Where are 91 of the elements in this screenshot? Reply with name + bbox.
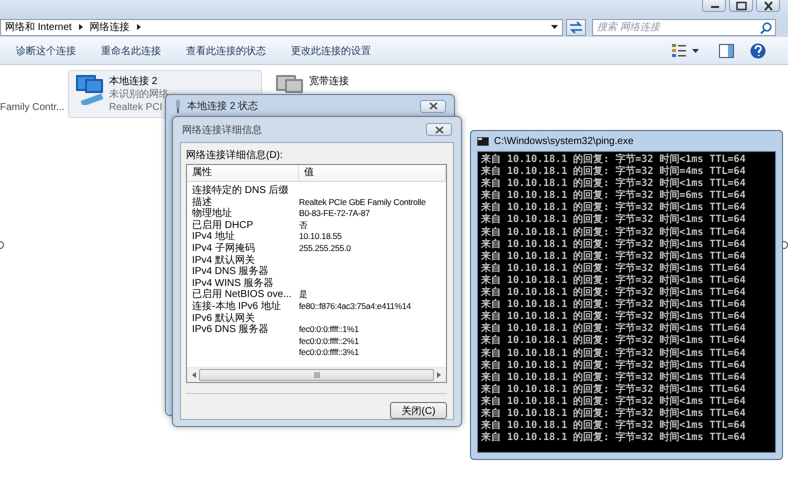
property-name: IPv6 DNS 服务器 xyxy=(191,324,270,336)
property-name: IPv4 子网掩码 xyxy=(191,242,256,254)
console-line: 来自 10.10.18.1 的回复: 字节=32 时间<1ms TTL=64 xyxy=(481,226,747,238)
address-bar[interactable]: 网络和 Internet 网络连接 xyxy=(0,18,563,36)
close-icon xyxy=(428,102,438,110)
console-line: 来自 10.10.18.1 的回复: 字节=32 时间<1ms TTL=64 xyxy=(481,274,747,286)
console-line: 来自 10.10.18.1 的回复: 字节=32 时间<1ms TTL=64 xyxy=(481,372,747,383)
console-line: 来自 10.10.18.1 的回复: 字节=32 时间=6ms TTL=64 xyxy=(481,190,747,202)
dialog-title: 网络连接详细信息 xyxy=(182,124,263,136)
help-icon[interactable] xyxy=(750,42,766,58)
property-name: 描述 xyxy=(191,196,212,208)
scroll-left-icon xyxy=(192,372,196,378)
property-name: IPv4 默认网关 xyxy=(191,254,256,266)
console-icon xyxy=(477,136,489,146)
preview-pane-icon[interactable] xyxy=(719,44,734,58)
scroll-right-icon xyxy=(437,372,441,378)
refresh-button[interactable] xyxy=(566,18,586,36)
search-icon xyxy=(760,22,772,34)
property-value: fec0:0:0:ffff::2%1 xyxy=(299,336,360,348)
search-field[interactable]: 搜索 网络连接 xyxy=(592,18,776,36)
horizontal-scrollbar[interactable] xyxy=(187,367,446,382)
console-line: 来自 10.10.18.1 的回复: 字节=32 时间<1ms TTL=64 xyxy=(481,202,747,214)
console-line: 来自 10.10.18.1 的回复: 字节=32 时间<1ms TTL=64 xyxy=(481,238,747,250)
property-name: IPv4 DNS 服务器 xyxy=(191,266,270,278)
close-button[interactable] xyxy=(420,100,446,112)
console-line: 来自 10.10.18.1 的回复: 字节=32 时间<1ms TTL=64 xyxy=(481,348,747,359)
console-line: 来自 10.10.18.1 的回复: 字节=32 时间<1ms TTL=64 xyxy=(481,384,747,395)
column-header[interactable]: 值 xyxy=(299,165,446,181)
adapter-description: Family Contr... xyxy=(0,101,62,113)
dropdown-icon[interactable] xyxy=(551,25,558,29)
view-options-icon[interactable] xyxy=(672,43,686,58)
breadcrumb-item[interactable]: 网络连接 xyxy=(90,20,130,34)
connection-name: 本地连接 2 xyxy=(109,75,158,88)
property-value: 否 xyxy=(299,220,309,232)
console-line: 来自 10.10.18.1 的回复: 字节=32 时间<1ms TTL=64 xyxy=(481,214,747,226)
property-name: IPv4 地址 xyxy=(191,231,236,243)
refresh-icon xyxy=(568,20,584,34)
maximize-button[interactable] xyxy=(729,0,753,12)
property-value: 255.255.255.0 xyxy=(299,242,352,255)
dialog-title: 本地连接 2 状态 xyxy=(187,100,260,113)
property-value: fec0:0:0:ffff::3%1 xyxy=(299,347,360,359)
toolbar-command[interactable]: 更改此连接的设置 xyxy=(283,40,379,60)
toolbar-command[interactable]: 查看此连接的状态 xyxy=(178,40,274,60)
console-line: 来自 10.10.18.1 的回复: 字节=32 时间<1ms TTL=64 xyxy=(481,287,747,298)
console-line: 来自 10.10.18.1 的回复: 字节=32 时间<1ms TTL=64 xyxy=(481,323,747,334)
property-name: 连接特定的 DNS 后缀 xyxy=(191,185,290,196)
breadcrumb-item[interactable]: 网络和 Internet xyxy=(5,20,72,34)
minimize-button[interactable] xyxy=(702,0,726,12)
dropdown-icon[interactable] xyxy=(692,48,699,52)
console-line: 来自 10.10.18.1 的回复: 字节=32 时间<1ms TTL=64 xyxy=(481,335,747,347)
console-line: 来自 10.10.18.1 的回复: 字节=32 时间<1ms TTL=64 xyxy=(481,420,747,432)
window-title: C:\Windows\system32\ping.exe xyxy=(494,136,634,146)
list-label: 网络连接详细信息(D): xyxy=(186,149,284,162)
details-list[interactable] xyxy=(186,164,447,383)
connection-name: 宽带连接 xyxy=(309,75,349,88)
console-line: 来自 10.10.18.1 的回复: 字节=32 时间<1ms TTL=64 xyxy=(481,262,747,274)
console-line: 来自 10.10.18.1 的回复: 字节=32 时间<1ms TTL=64 xyxy=(481,250,747,262)
console-line: 来自 10.10.18.1 的回复: 字节=32 时间<1ms TTL=64 xyxy=(481,299,747,310)
close-icon xyxy=(434,126,444,134)
close-button[interactable] xyxy=(426,123,452,136)
property-value: 是 xyxy=(299,289,309,301)
column-header[interactable]: 属性 xyxy=(187,165,299,181)
console-line: 来自 10.10.18.1 的回复: 字节=32 时间<1ms TTL=64 xyxy=(481,154,747,165)
console-line: 来自 10.10.18.1 的回复: 字节=32 时间<1ms TTL=64 xyxy=(481,178,747,190)
property-value: B0-83-FE-72-7A-87 xyxy=(299,208,371,220)
property-name: 物理地址 xyxy=(191,208,233,220)
plug-icon xyxy=(174,100,182,112)
property-value: fe80::f876:4ac3:75a4:e411%14 xyxy=(299,300,412,313)
property-name: 已启用 DHCP xyxy=(191,220,254,231)
property-value: Realtek PCIe GbE Family Controlle xyxy=(299,196,427,208)
chevron-icon xyxy=(136,23,142,31)
property-name: IPv4 WINS 服务器 xyxy=(191,278,275,289)
network-adapter-icon xyxy=(73,73,104,105)
toolbar-command[interactable]: 重命名此连接 xyxy=(93,40,169,60)
toolbar-command[interactable]: 诊断这个连接 xyxy=(8,40,84,60)
chevron-icon xyxy=(78,23,84,31)
close-button[interactable] xyxy=(756,0,780,12)
property-value: 10.10.18.55 xyxy=(299,231,343,243)
property-name: IPv6 默认网关 xyxy=(191,312,256,324)
property-name: 已启用 NetBIOS ove... xyxy=(191,289,292,300)
console-line: 来自 10.10.18.1 的回复: 字节=32 时间=4ms TTL=64 xyxy=(481,166,747,178)
console-line: 来自 10.10.18.1 的回复: 字节=32 时间<1ms TTL=64 xyxy=(481,408,747,419)
console-line: 来自 10.10.18.1 的回复: 字节=32 时间<1ms TTL=64 xyxy=(481,396,747,407)
adapter-description: Realtek PCI xyxy=(109,101,164,114)
console-line: 来自 10.10.18.1 的回复: 字节=32 时间<1ms TTL=64 xyxy=(481,432,747,444)
property-value: fec0:0:0:ffff::1%1 xyxy=(299,324,360,336)
property-name: 连接-本地 IPv6 地址 xyxy=(191,300,282,312)
console-line: 来自 10.10.18.1 的回复: 字节=32 时间<1ms TTL=64 xyxy=(481,360,747,371)
console-line: 来自 10.10.18.1 的回复: 字节=32 时间<1ms TTL=64 xyxy=(481,311,747,322)
close-button[interactable]: 关闭(C) xyxy=(390,402,447,419)
grip-icon xyxy=(314,372,320,378)
